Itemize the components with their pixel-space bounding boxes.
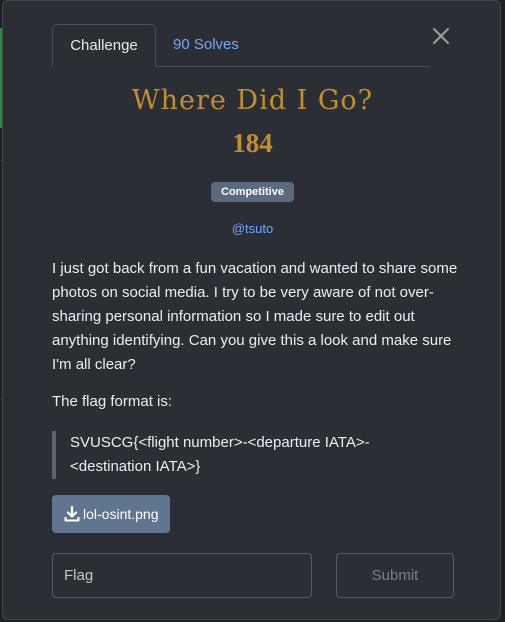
- challenge-description: I just got back from a fun vacation and …: [52, 260, 458, 373]
- tab-solves[interactable]: 90 Solves: [173, 24, 239, 66]
- tab-challenge[interactable]: Challenge: [52, 24, 156, 67]
- flag-format-line: SVUSCG{<flight number>-<departure IATA>-: [70, 434, 370, 451]
- download-file-button[interactable]: lol-osint.png: [52, 495, 170, 533]
- flag-format-blockquote: SVUSCG{<flight number>-<departure IATA>-…: [52, 431, 422, 479]
- challenge-title: Where Did I Go?: [131, 85, 374, 116]
- flag-format-line: <destination IATA>}: [70, 458, 201, 475]
- challenge-points: 184: [232, 128, 273, 158]
- submit-button[interactable]: Submit: [336, 553, 454, 598]
- download-file-label: lol-osint.png: [83, 506, 159, 522]
- flag-format-intro: The flag format is:: [52, 393, 173, 410]
- close-icon: [433, 28, 449, 44]
- author-link[interactable]: @tsuto: [3, 221, 502, 236]
- challenge-modal: Challenge 90 Solves Where Did I Go? 184 …: [2, 0, 501, 620]
- close-button[interactable]: [428, 23, 454, 49]
- category-badge: Competitive: [211, 182, 294, 202]
- flag-input[interactable]: [52, 553, 312, 598]
- modal-tabs: Challenge 90 Solves: [52, 24, 430, 67]
- download-icon: [64, 505, 80, 522]
